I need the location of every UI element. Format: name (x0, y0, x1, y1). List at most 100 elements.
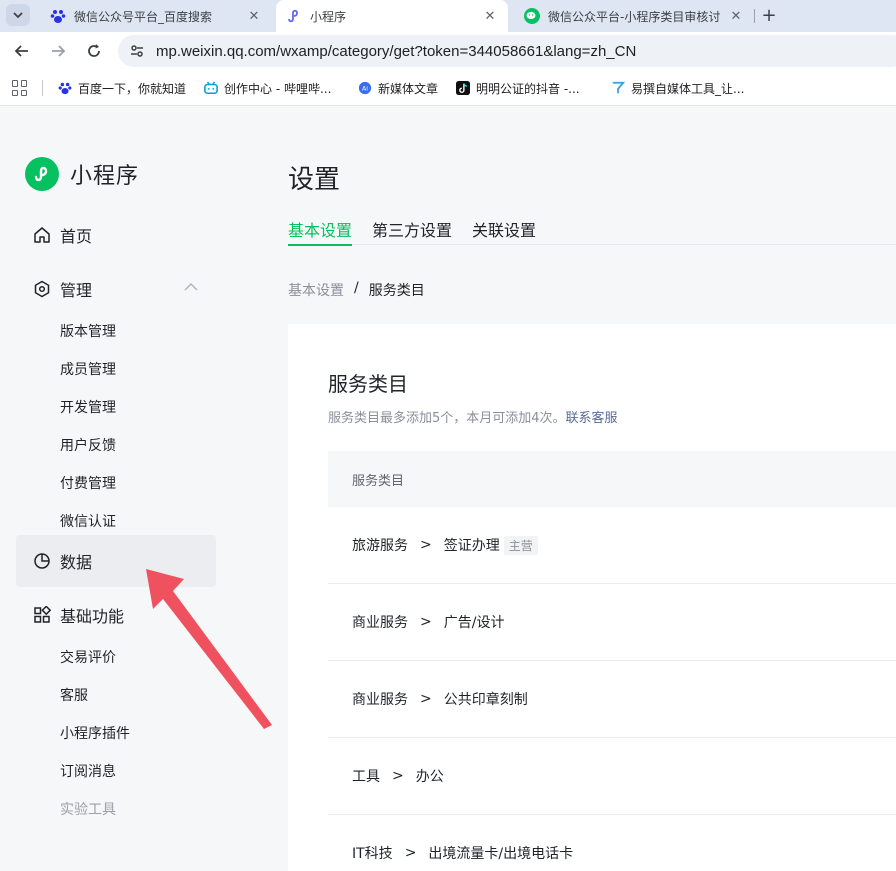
bookmarks-bar: 百度一下，你就知道 创作中心 - 哔哩哔... Ai 新媒体文章 明明公证的抖音… (0, 70, 896, 106)
tab-title: 微信公众平台-小程序类目审核讨 (548, 9, 721, 24)
contact-support-link[interactable]: 联系客服 (566, 411, 618, 426)
table-row: 工具 > 办公 (328, 738, 896, 815)
bookmark-label: 新媒体文章 (378, 81, 439, 96)
miniprogram-icon (286, 8, 302, 24)
close-icon[interactable]: ✕ (246, 9, 262, 24)
sidebar: 小程序 首页 管理 版本管理 成员管理 开发管理 用户反馈 付费管理 微信认证 … (0, 107, 240, 871)
category-name: 商业服务 (352, 692, 408, 708)
bookmark-douyin[interactable]: 明明公证的抖音 -... (456, 78, 580, 98)
table-header: 服务类目 (328, 451, 896, 507)
sidebar-item-label: 基础功能 (60, 607, 125, 626)
sidebar-item-label: 数据 (60, 553, 93, 572)
wechat-icon (524, 8, 540, 24)
sidebar-subitem-dev[interactable]: 开发管理 (60, 397, 116, 417)
category-name: 旅游服务 (352, 538, 408, 554)
sidebar-subitem-lab[interactable]: 实验工具 (60, 799, 116, 819)
bookmark-xinmeiti[interactable]: Ai 新媒体文章 (358, 78, 438, 98)
tab-third-party[interactable]: 第三方设置 (372, 217, 452, 245)
apps-grid-icon[interactable] (12, 80, 28, 96)
baidu-paw-icon (58, 81, 72, 95)
ai-icon: Ai (358, 81, 372, 95)
category-arrow: > (420, 691, 432, 707)
category-name: 工具 (352, 769, 380, 785)
browser-tab-miniprogram[interactable]: 小程序 ✕ (276, 0, 508, 32)
new-tab-button[interactable]: + (758, 4, 780, 26)
baidu-paw-icon (50, 8, 66, 24)
url-text: mp.weixin.qq.com/wxamp/category/get?toke… (156, 42, 637, 60)
arrow-left-icon (14, 45, 28, 57)
tab-title: 小程序 (310, 9, 347, 24)
sidebar-item-manage[interactable]: 管理 (16, 263, 216, 315)
browser-tab-baidu[interactable]: 微信公众号平台_百度搜索 ✕ (40, 0, 272, 32)
sidebar-subitem-verify[interactable]: 微信认证 (60, 511, 116, 531)
table-row: 商业服务 > 公共印章刻制 (328, 661, 896, 738)
description-text: 服务类目最多添加5个，本月可添加4次。 (328, 411, 566, 426)
sidebar-item-label: 首页 (60, 227, 93, 246)
subcategory-name: 签证办理 (443, 538, 500, 554)
subcategory-name: 广告/设计 (443, 615, 505, 631)
sidebar-item-label: 管理 (60, 281, 93, 300)
reload-icon (88, 44, 100, 57)
category-arrow: > (392, 768, 404, 784)
sidebar-subitem-members[interactable]: 成员管理 (60, 359, 116, 379)
brand-name: 小程序 (70, 164, 140, 189)
category-arrow: > (420, 614, 432, 630)
breadcrumb-separator: / (354, 280, 359, 296)
reload-button[interactable] (82, 40, 106, 62)
tab-search-dropdown[interactable] (6, 4, 30, 26)
bookmark-yizhuan[interactable]: 易撰自媒体工具_让... (611, 78, 744, 98)
page-title: 设置 (288, 165, 341, 195)
sidebar-item-home[interactable]: 首页 (16, 209, 216, 261)
table-row: 商业服务 > 广告/设计 (328, 584, 896, 661)
sidebar-subitem-feedback[interactable]: 用户反馈 (60, 435, 116, 455)
breadcrumb: 基本设置 / 服务类目 (288, 280, 425, 300)
subcategory-name: 公共印章刻制 (443, 692, 528, 708)
sidebar-item-data[interactable]: 数据 (16, 535, 216, 587)
table-row: IT科技 > 出境流量卡/出境电话卡 (328, 815, 896, 871)
primary-tag: 主营 (503, 535, 538, 555)
tab-basic-settings[interactable]: 基本设置 (288, 217, 353, 246)
svg-text:Ai: Ai (362, 86, 368, 93)
sidebar-subitem-plugin[interactable]: 小程序插件 (60, 723, 130, 743)
pie-chart-icon (32, 551, 52, 571)
breadcrumb-parent[interactable]: 基本设置 (288, 280, 344, 300)
bookmark-divider (42, 80, 43, 96)
subcategory-name: 办公 (415, 769, 444, 785)
category-name: 商业服务 (352, 615, 408, 631)
browser-tab-bar: 微信公众号平台_百度搜索 ✕ 小程序 ✕ 微信公众平台-小程序类目审核讨 ✕ + (0, 0, 896, 32)
category-arrow: > (404, 845, 417, 861)
sidebar-subitem-payment[interactable]: 付费管理 (60, 473, 116, 493)
card-title: 服务类目 (328, 372, 408, 396)
close-icon[interactable]: ✕ (728, 9, 744, 24)
sidebar-subitem-subscribe[interactable]: 订阅消息 (60, 761, 116, 781)
site-info-icon[interactable] (126, 40, 148, 62)
breadcrumb-current: 服务类目 (368, 283, 425, 299)
chevron-up-icon[interactable] (184, 281, 198, 295)
sidebar-subitem-review[interactable]: 交易评价 (60, 647, 116, 667)
chevron-down-icon (13, 12, 23, 19)
bookmark-label: 创作中心 - 哔哩哔... (224, 81, 332, 96)
category-name: IT科技 (352, 846, 393, 862)
address-bar[interactable]: mp.weixin.qq.com/wxamp/category/get?toke… (118, 35, 896, 67)
yizhuan-icon (611, 81, 625, 95)
tab-related[interactable]: 关联设置 (472, 217, 536, 245)
browser-tab-wechat[interactable]: 微信公众平台-小程序类目审核讨 ✕ (514, 0, 754, 32)
forward-button[interactable] (46, 40, 70, 62)
sidebar-subitem-version[interactable]: 版本管理 (60, 321, 116, 341)
tiktok-icon (456, 81, 470, 95)
home-icon (32, 225, 52, 245)
bookmark-bilibili[interactable]: 创作中心 - 哔哩哔... (204, 78, 331, 98)
column-header: 服务类目 (352, 473, 405, 489)
sidebar-subitem-service[interactable]: 客服 (60, 685, 88, 705)
close-icon[interactable]: ✕ (482, 9, 498, 24)
apps-icon (32, 605, 52, 625)
bookmark-label: 百度一下，你就知道 (78, 81, 187, 96)
sidebar-item-basic[interactable]: 基础功能 (16, 589, 216, 641)
back-button[interactable] (10, 40, 34, 62)
card-description: 服务类目最多添加5个，本月可添加4次。联系客服 (328, 407, 618, 426)
category-arrow: > (420, 537, 432, 553)
brand[interactable]: 小程序 (25, 157, 139, 191)
subcategory-name: 出境流量卡/出境电话卡 (428, 846, 574, 862)
service-category-card: 服务类目 服务类目最多添加5个，本月可添加4次。联系客服 服务类目 旅游服务 >… (288, 324, 896, 871)
bookmark-baidu[interactable]: 百度一下，你就知道 (58, 78, 186, 98)
